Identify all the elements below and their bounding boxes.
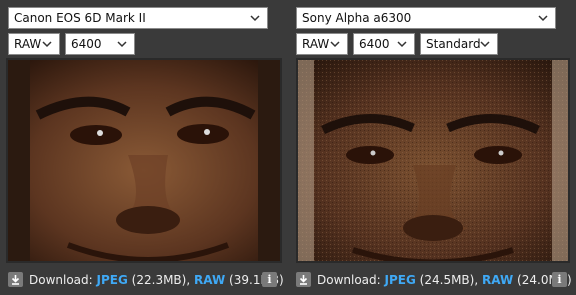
face-crop-image [8, 60, 280, 261]
jpeg-download-link[interactable]: JPEG [385, 273, 416, 287]
format-select-left[interactable]: RAW [8, 33, 60, 55]
iso-select-right-value: 6400 [359, 37, 390, 51]
profile-select-right[interactable]: Standard [420, 33, 498, 55]
camera-select-left[interactable]: Canon EOS 6D Mark II [8, 7, 268, 29]
chevron-down-icon [330, 41, 340, 48]
jpeg-size: (22.3MB), [131, 273, 191, 287]
download-label: Download: [317, 273, 381, 287]
profile-select-right-value: Standard [426, 37, 481, 51]
info-icon[interactable]: i [552, 272, 567, 287]
jpeg-download-link[interactable]: JPEG [97, 273, 128, 287]
face-crop-image [298, 60, 568, 261]
chevron-down-icon [538, 15, 548, 22]
download-label: Download: [29, 273, 93, 287]
download-row-right: Download: JPEG (24.5MB), RAW (24.0MB) [317, 270, 572, 290]
download-icon[interactable] [8, 272, 23, 287]
camera-select-right[interactable]: Sony Alpha a6300 [296, 7, 556, 29]
sample-image-left[interactable] [6, 58, 282, 263]
left-comparison-panel: Canon EOS 6D Mark II RAW 6400 Download: … [0, 0, 288, 295]
raw-download-link[interactable]: RAW [482, 273, 513, 287]
jpeg-size: (24.5MB), [419, 273, 479, 287]
chevron-down-icon [397, 41, 407, 48]
chevron-down-icon [117, 41, 127, 48]
format-select-right-value: RAW [302, 37, 330, 51]
format-select-left-value: RAW [14, 37, 42, 51]
chevron-down-icon [42, 41, 52, 48]
info-icon[interactable]: i [262, 272, 277, 287]
iso-select-right[interactable]: 6400 [353, 33, 415, 55]
camera-select-left-value: Canon EOS 6D Mark II [14, 11, 146, 25]
raw-download-link[interactable]: RAW [194, 273, 225, 287]
iso-select-left-value: 6400 [71, 37, 102, 51]
camera-select-right-value: Sony Alpha a6300 [302, 11, 412, 25]
download-row-left: Download: JPEG (22.3MB), RAW (39.1MB) [29, 270, 284, 290]
right-comparison-panel: Sony Alpha a6300 RAW 6400 Standard Downl… [288, 0, 576, 295]
chevron-down-icon [480, 41, 490, 48]
download-icon[interactable] [296, 272, 311, 287]
sample-image-right[interactable] [296, 58, 570, 263]
iso-select-left[interactable]: 6400 [65, 33, 135, 55]
chevron-down-icon [250, 15, 260, 22]
format-select-right[interactable]: RAW [296, 33, 348, 55]
